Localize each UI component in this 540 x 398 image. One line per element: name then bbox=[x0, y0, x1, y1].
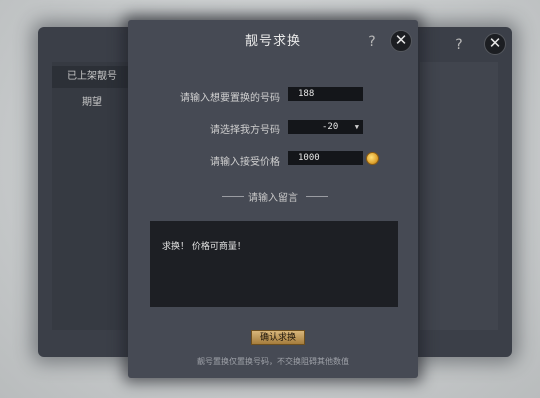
divider-right bbox=[306, 196, 328, 197]
footnote: 靓号置换仅置换号码，不交换阻碍其他数值 bbox=[197, 357, 349, 366]
message-textarea[interactable]: 求换！ 价格可商量！ bbox=[150, 221, 398, 307]
price-label: 请输入接受价格 bbox=[210, 157, 280, 168]
chevron-down-icon: ▼ bbox=[354, 123, 359, 131]
gold-coin-icon bbox=[366, 152, 379, 165]
sidebar-item-listed-numbers[interactable]: 已上架靓号 bbox=[52, 66, 132, 88]
desired-number-label: 请输入想要置换的号码 bbox=[180, 93, 280, 104]
price-input[interactable]: 1000 bbox=[288, 151, 363, 165]
background-content-area bbox=[420, 62, 498, 330]
confirm-exchange-button[interactable]: 确认求换 bbox=[251, 330, 305, 345]
message-section-label: 请输入留言 bbox=[248, 193, 298, 204]
my-number-label: 请选择我方号码 bbox=[210, 125, 280, 136]
message-text: 求换！ 价格可商量！ bbox=[162, 242, 246, 252]
close-icon[interactable]: ✕ bbox=[390, 30, 412, 52]
desired-number-input[interactable]: 188 bbox=[288, 87, 363, 101]
my-number-value: -20 bbox=[322, 122, 339, 132]
background-help-icon[interactable]: ? bbox=[451, 37, 467, 53]
background-close-icon[interactable]: ✕ bbox=[484, 33, 506, 55]
help-icon[interactable]: ? bbox=[364, 34, 380, 50]
exchange-dialog: 靓号求换 ? ✕ 请输入想要置换的号码 188 请选择我方号码 -20 ▼ 请输… bbox=[128, 20, 418, 378]
my-number-select[interactable]: -20 ▼ bbox=[288, 120, 363, 134]
